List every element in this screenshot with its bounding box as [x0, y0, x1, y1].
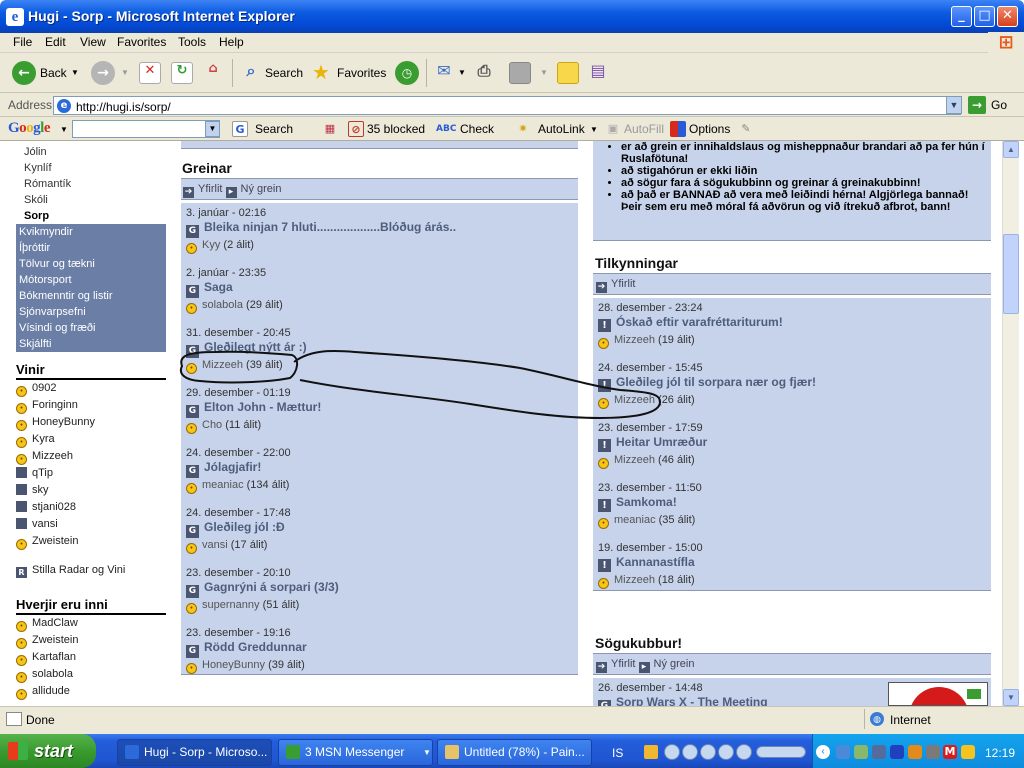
- bluetooth-icon[interactable]: [890, 745, 904, 759]
- scroll-thumb[interactable]: [1003, 234, 1019, 314]
- msn-group-dropdown-icon[interactable]: ▼: [423, 748, 431, 757]
- status-text: Done: [26, 713, 55, 727]
- annotation-stroke: [180, 350, 662, 420]
- task-paint[interactable]: Untitled (78%) - Pain...: [437, 739, 592, 766]
- media-prev-icon[interactable]: [700, 744, 716, 760]
- display-icon[interactable]: [872, 745, 886, 759]
- internet-zone-icon: ◍: [870, 712, 884, 726]
- page-status-icon: [6, 712, 22, 726]
- network-icon[interactable]: [836, 745, 850, 759]
- media-mute-icon[interactable]: [736, 744, 752, 760]
- media-next-icon[interactable]: [718, 744, 734, 760]
- paint-task-icon: [445, 745, 459, 759]
- hand-drawn-annotation: [180, 350, 662, 420]
- task-msn[interactable]: 3 MSN Messenger: [278, 739, 433, 766]
- volume-icon[interactable]: [908, 745, 922, 759]
- media-stop-icon[interactable]: [682, 744, 698, 760]
- media-play-icon[interactable]: [664, 744, 680, 760]
- scroll-down-icon[interactable]: ▼: [1003, 689, 1019, 706]
- language-indicator[interactable]: IS: [612, 746, 623, 760]
- security-shield-icon[interactable]: [961, 745, 975, 759]
- task-ie[interactable]: Hugi - Sorp - Microso...: [117, 739, 272, 766]
- msn-task-icon: [286, 745, 300, 759]
- scroll-up-icon[interactable]: ▲: [1003, 141, 1019, 158]
- device-icon[interactable]: [926, 745, 940, 759]
- status-divider: [864, 709, 865, 729]
- ie-task-icon: [125, 745, 139, 759]
- tray-expand-icon[interactable]: ‹: [816, 745, 830, 759]
- zone-label: Internet: [890, 713, 931, 727]
- antivirus-icon[interactable]: M: [943, 745, 957, 759]
- clock[interactable]: 12:19: [985, 746, 1015, 760]
- windows-flag-icon: [8, 742, 28, 760]
- msn-tray-icon[interactable]: [854, 745, 868, 759]
- media-volume-slider[interactable]: [756, 746, 806, 758]
- media-player-icon[interactable]: [644, 745, 658, 759]
- vertical-scrollbar[interactable]: [1002, 141, 1019, 706]
